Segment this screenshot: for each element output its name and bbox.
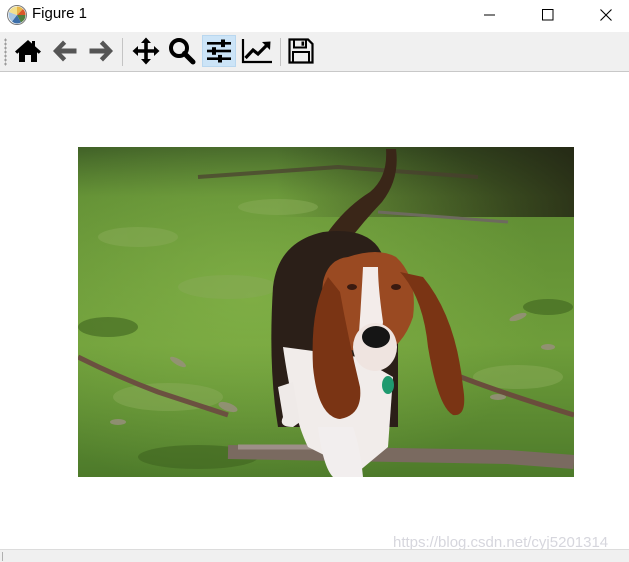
edit-axis-button[interactable]	[240, 35, 274, 67]
save-button[interactable]	[284, 35, 318, 67]
configure-subplots-button[interactable]	[202, 35, 236, 67]
pan-icon	[132, 37, 160, 65]
close-icon	[600, 9, 612, 21]
close-button[interactable]	[583, 0, 629, 30]
save-icon	[288, 38, 314, 64]
dog-photo	[78, 147, 574, 477]
zoom-button[interactable]	[165, 35, 199, 67]
title-bar: Figure 1	[0, 0, 629, 30]
edit-axis-icon	[241, 39, 272, 64]
status-bar-grip	[2, 552, 3, 561]
maximize-icon	[542, 9, 554, 21]
maximize-button[interactable]	[525, 0, 571, 30]
subplots-icon	[207, 39, 231, 63]
toolbar-separator	[122, 38, 123, 66]
toolbar-separator	[280, 38, 281, 66]
home-button[interactable]	[11, 35, 45, 67]
figure-canvas[interactable]	[0, 72, 629, 549]
back-arrow-icon	[53, 40, 77, 62]
pan-button[interactable]	[129, 35, 163, 67]
navigation-toolbar	[0, 32, 629, 72]
home-icon	[15, 40, 41, 62]
toolbar-grip[interactable]	[4, 38, 7, 66]
minimize-icon	[484, 14, 495, 16]
displayed-image	[78, 147, 574, 477]
window-title: Figure 1	[32, 5, 88, 22]
back-button[interactable]	[48, 35, 82, 67]
status-bar	[0, 549, 629, 562]
forward-button[interactable]	[84, 35, 118, 67]
zoom-icon	[169, 38, 196, 65]
matplotlib-logo-icon	[7, 5, 27, 25]
forward-arrow-icon	[89, 40, 113, 62]
minimize-button[interactable]	[467, 0, 513, 30]
